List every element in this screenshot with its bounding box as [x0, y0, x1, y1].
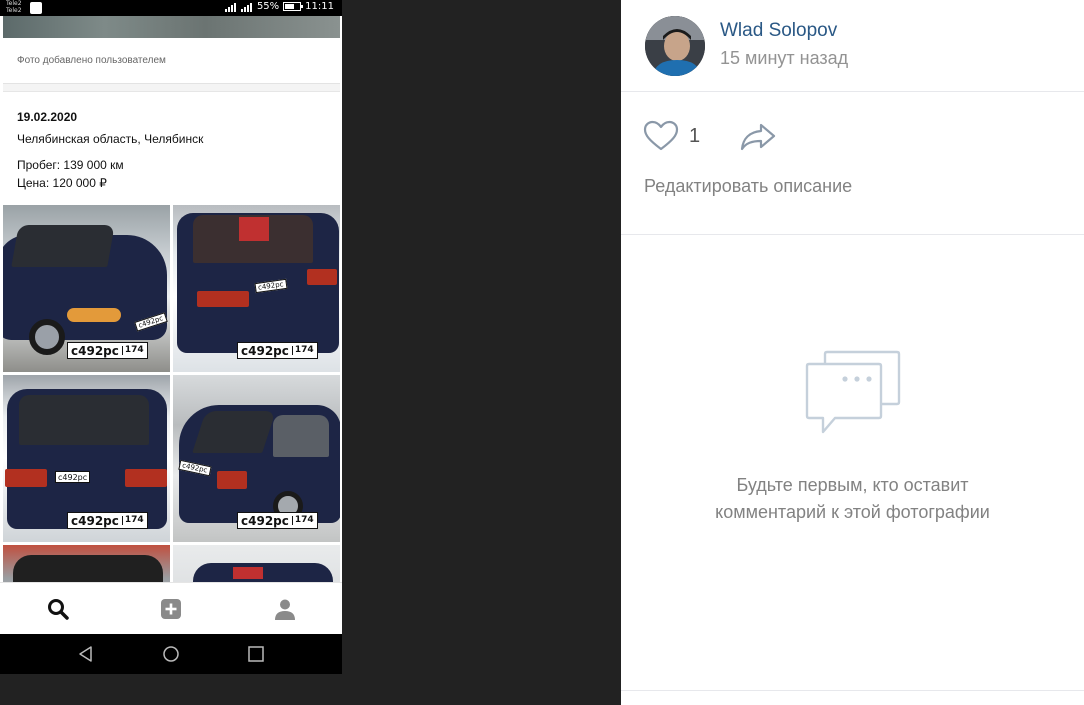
- heart-icon[interactable]: [643, 120, 679, 152]
- comments-empty-state: Будьте первым, кто оставит комментарий к…: [621, 236, 1084, 691]
- added-by-user-row: Фото добавлено пользователем: [3, 38, 340, 84]
- plate-region: 174: [291, 346, 314, 355]
- empty-comments-line2: комментарий к этой фотографии: [715, 502, 990, 522]
- photo-side-panel: Wlad Solopov 15 минут назад 1 Редактиров…: [621, 0, 1084, 705]
- post-mileage: Пробег: 139 000 км: [17, 158, 124, 172]
- notification-icon: [30, 2, 42, 14]
- person-icon[interactable]: [273, 597, 297, 621]
- battery-icon: [283, 2, 304, 11]
- car-photo[interactable]: [173, 545, 340, 582]
- carrier-2: Tele2: [6, 7, 22, 14]
- plate-region: 174: [291, 516, 314, 525]
- like-count: 1: [689, 125, 701, 147]
- car-photo[interactable]: с492рс с492рс 174: [173, 205, 340, 372]
- signal-icon: [240, 2, 253, 12]
- share-icon[interactable]: [739, 122, 777, 152]
- empty-comments-text: Будьте первым, кто оставит комментарий к…: [661, 472, 1044, 526]
- phone-screenshot: Tele2 Tele2 55% 11:11 Фото добавлено пол…: [0, 0, 342, 674]
- carrier-1: Tele2: [6, 0, 22, 7]
- post-timestamp[interactable]: 15 минут назад: [720, 48, 848, 69]
- avatar[interactable]: [645, 16, 705, 76]
- photo-actions: 1 Редактировать описание: [621, 92, 1084, 235]
- post-date: 19.02.2020: [17, 110, 78, 124]
- author-header: Wlad Solopov 15 минут назад: [621, 0, 1084, 92]
- home-icon[interactable]: [162, 645, 180, 663]
- battery-percent: 55%: [256, 1, 280, 12]
- app-bottom-nav: [0, 582, 342, 634]
- post-info: 19.02.2020 Челябинская область, Челябинс…: [17, 108, 327, 192]
- photo-grid: с492рс с492рс 174 с492рс с492рс 174 с492рс…: [3, 205, 340, 582]
- carrier-labels: Tele2 Tele2: [6, 0, 22, 14]
- status-bar: Tele2 Tele2 55% 11:11: [0, 0, 342, 16]
- plate-number: с492рс: [241, 513, 289, 528]
- car-photo[interactable]: с492рс с492рс 174: [3, 205, 170, 372]
- plate-region: 174: [121, 516, 144, 525]
- plate-number: с492рс: [71, 343, 119, 358]
- top-photo-fragment: [3, 16, 340, 38]
- car-photo[interactable]: с492рс с492рс 174: [3, 375, 170, 542]
- plate-region: 174: [121, 346, 144, 355]
- plate-number: с492рс: [58, 473, 88, 482]
- car-photo[interactable]: с492рс с492рс 174: [173, 375, 340, 542]
- post-price: Цена: 120 000 ₽: [17, 176, 107, 190]
- status-right: 55% 11:11: [224, 1, 334, 12]
- license-plate: с492рс 174: [67, 512, 148, 529]
- clock: 11:11: [305, 1, 334, 12]
- plus-square-icon[interactable]: [159, 597, 183, 621]
- divider: [621, 690, 1084, 691]
- recent-apps-icon[interactable]: [247, 645, 265, 663]
- search-icon[interactable]: [46, 597, 70, 621]
- license-plate: с492рс 174: [237, 512, 318, 529]
- back-icon[interactable]: [77, 645, 95, 663]
- empty-comments-line1: Будьте первым, кто оставит: [736, 475, 969, 495]
- avatar-image: [645, 16, 705, 76]
- added-by-user-text: Фото добавлено пользователем: [17, 55, 166, 66]
- plate-number: с492рс: [241, 343, 289, 358]
- divider: [3, 84, 340, 92]
- post-region: Челябинская область, Челябинск: [17, 132, 204, 146]
- android-nav-bar: [0, 634, 342, 674]
- signal-icon: [224, 2, 237, 12]
- plate-number: с492рс: [71, 513, 119, 528]
- license-plate: с492рс 174: [237, 342, 318, 359]
- car-photo[interactable]: [3, 545, 170, 582]
- edit-description-link[interactable]: Редактировать описание: [644, 176, 852, 197]
- author-name[interactable]: Wlad Solopov: [720, 20, 837, 42]
- license-plate: с492рс 174: [67, 342, 148, 359]
- comments-icon: [805, 350, 901, 434]
